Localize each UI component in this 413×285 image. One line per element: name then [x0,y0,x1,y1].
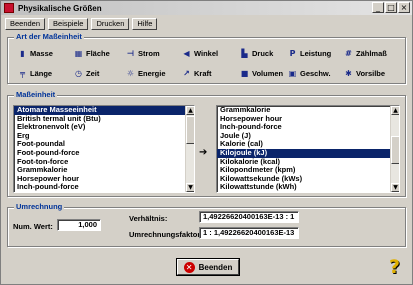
unit-laenge[interactable]: ╤ Länge [18,69,52,78]
end-button-label: Beenden [198,262,233,272]
menu-beenden[interactable]: Beenden [5,18,46,30]
scroll-thumb[interactable] [186,116,194,144]
target-unit-list[interactable]: Grammkalorie Horsepower hour Inch-pound-fo… [216,105,400,193]
unit-energie[interactable]: ☼ Energie [126,69,166,78]
menu-beispiele[interactable]: Beispiele [48,18,89,30]
unit-strom[interactable]: ⊣ Strom [126,49,160,58]
factor-label: Umrechnungsfaktor: [129,230,203,239]
list-item[interactable]: Mega-Elektronenvolt (MeV) [217,191,399,192]
factor-value: 1 : 1,49226620400163E-13 [199,227,299,239]
app-window: Physikalische Größen _ □ × Beenden Beisp… [0,0,413,285]
source-list-scrollbar[interactable]: ▲ ▼ [185,106,194,192]
unit-druck[interactable]: ▙ Druck [240,49,273,58]
list-item[interactable]: Elektronenvolt (eV) [14,123,194,132]
clock-icon: ◷ [75,69,82,78]
angle-icon: ◀ [183,49,190,58]
unit-type-group-label: Art der Maßeinheit [14,32,84,41]
unit-leistung[interactable]: P Leistung [288,49,332,58]
volume-icon: ■ [240,69,249,78]
scroll-up-icon[interactable]: ▲ [186,106,194,115]
app-icon [4,3,14,13]
force-icon: ↗ [183,69,190,78]
unit-kraft[interactable]: ↗ Kraft [182,69,211,78]
unit-geschw[interactable]: ▣ Geschw. [288,69,331,78]
window-title: Physikalische Größen [18,3,102,13]
measure-unit-group-label: Maßeinheit [14,90,58,99]
list-item[interactable]: Joule (J) [14,191,194,192]
unit-winkel[interactable]: ◀ Winkel [182,49,218,58]
scroll-up-icon[interactable]: ▲ [391,106,399,115]
menu-drucken[interactable]: Drucken [91,18,130,30]
scroll-down-icon[interactable]: ▼ [186,183,194,192]
menu-hilfe[interactable]: Hilfe [132,18,158,30]
minimize-button[interactable]: _ [372,2,384,13]
conversion-group-label: Umrechnung [14,202,65,211]
convert-arrow-icon: ➔ [199,147,208,158]
unit-zaehlmass[interactable]: # Zählmaß [344,49,387,58]
count-icon: # [345,49,352,58]
scroll-thumb[interactable] [391,136,399,164]
maximize-button[interactable]: □ [385,2,397,13]
speed-icon: ▣ [288,69,297,78]
unit-masse[interactable]: ▮ Masse [18,49,53,58]
unit-zeit[interactable]: ◷ Zeit [74,69,99,78]
ratio-label: Verhältnis: [129,214,168,223]
length-icon: ╤ [20,69,25,78]
area-icon: ▦ [74,49,83,58]
weight-icon: ▮ [20,49,25,58]
num-value-input[interactable]: 1,000 [57,219,101,231]
num-value-label: Num. Wert: [13,222,53,231]
menu-bar: Beenden Beispiele Drucken Hilfe [5,18,158,30]
power-icon: P [289,49,296,58]
target-list-scrollbar[interactable]: ▲ ▼ [390,106,399,192]
unit-flaeche[interactable]: ▦ Fläche [74,49,110,58]
pressure-icon: ▙ [241,49,248,58]
title-bar: Physikalische Größen _ □ × [1,1,412,15]
unit-type-group: Art der Maßeinheit ▮ Masse ▦ Fläche ⊣ St… [7,32,406,84]
energy-icon: ☼ [126,69,135,78]
current-icon: ⊣ [126,49,135,58]
unit-volumen[interactable]: ■ Volumen [240,69,283,78]
close-x-icon: ✕ [183,261,195,273]
close-button[interactable]: × [398,2,410,13]
prefix-icon: ✱ [345,69,352,78]
ratio-value: 1,49226620400163E-13 : 1 [199,211,299,223]
source-unit-list[interactable]: Atomare Masseeinheit British termal unit … [13,105,195,193]
scroll-down-icon[interactable]: ▼ [391,183,399,192]
unit-vorsilbe[interactable]: ✱ Vorsilbe [344,69,385,78]
end-button[interactable]: ✕ Beenden [177,259,239,275]
help-icon[interactable]: ? [389,256,400,278]
